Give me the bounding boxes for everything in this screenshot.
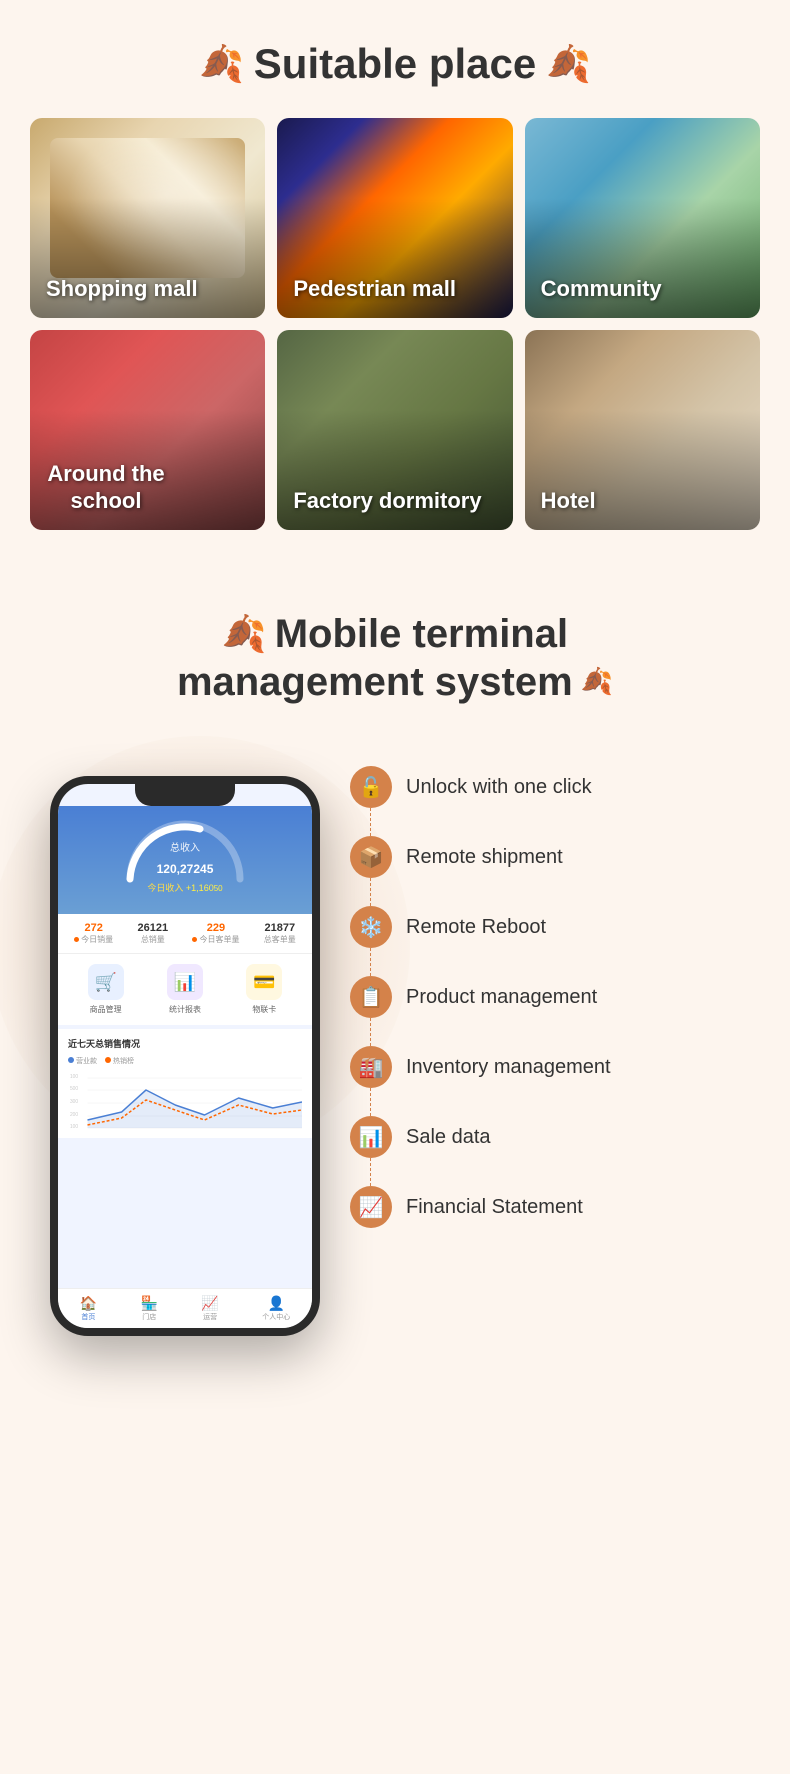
svg-text:500: 500 [70, 1086, 78, 1092]
grid-item-pedestrian-mall: Pedestrian mall [277, 118, 512, 318]
feature-inventory-management: 🏭 Inventory management [350, 1046, 770, 1088]
phone-outer: 总收入 120,27245 今日收入 +1,16050 [50, 776, 320, 1336]
mobile-title-line1: Mobile terminal [275, 610, 568, 658]
phone-notch [135, 784, 235, 806]
grid-item-community: Community [525, 118, 760, 318]
remote-reboot-icon: ❄️ [350, 906, 392, 948]
phone-stats-row: 272 今日销量 26121 总销量 229 今日客单量 21877 [58, 914, 312, 954]
feature-product-management: 📋 Product management [350, 976, 770, 1018]
feature-unlock: 🔓 Unlock with one click [350, 766, 770, 808]
grid-item-shopping-mall: Shopping mall [30, 118, 265, 318]
mobile-content-area: 总收入 120,27245 今日收入 +1,16050 [20, 756, 770, 1336]
phone-revenue-amount: 120,27245 [74, 856, 296, 879]
phone-icon-iot-card: 💳 物联卡 [246, 964, 282, 1015]
chart-area: 100 500 300 200 100 [68, 1070, 302, 1130]
inventory-management-icon: 🏭 [350, 1046, 392, 1088]
svg-text:200: 200 [70, 1112, 78, 1118]
mobile-leaf-left-icon: 🍂 [222, 612, 267, 655]
phone-header: 总收入 120,27245 今日收入 +1,16050 [58, 806, 312, 914]
svg-text:300: 300 [70, 1099, 78, 1105]
chart-title: 近七天总销售情况 [68, 1037, 302, 1050]
financial-statement-label: Financial Statement [406, 1196, 583, 1219]
leaf-left-icon: 🍂 [199, 43, 244, 85]
feature-sale-data: 📊 Sale data [350, 1116, 770, 1158]
feature-financial-statement: 📈 Financial Statement [350, 1186, 770, 1228]
chart-legend: 营业款 热销榜 [68, 1056, 302, 1066]
mobile-terminal-section: 🍂 Mobile terminal management system 🍂 [0, 560, 790, 1396]
stat-total-orders-num: 21877 [264, 922, 296, 934]
phone-bottom-nav: 🏠 首页 🏪 门店 📈 运营 👤 个人中 [58, 1288, 312, 1328]
grid-label-shopping-mall: Shopping mall [46, 276, 198, 302]
grid-label-factory-dormitory: Factory dormitory [293, 488, 481, 514]
stat-total-orders: 21877 总客单量 [264, 922, 296, 945]
stat-today-orders-num: 229 [192, 922, 239, 934]
svg-text:100: 100 [70, 1074, 78, 1080]
feature-remote-shipment: 📦 Remote shipment [350, 836, 770, 878]
stat-today-orders: 229 今日客单量 [192, 922, 239, 945]
unlock-icon: 🔓 [350, 766, 392, 808]
suitable-title: 🍂 Suitable place 🍂 [20, 40, 770, 88]
inventory-management-label: Inventory management [406, 1056, 611, 1079]
nav-home[interactable]: 🏠 首页 [80, 1295, 97, 1322]
nav-store[interactable]: 🏪 门店 [141, 1295, 158, 1322]
grid-label-around-school: Around the school [46, 461, 166, 514]
phone-icon-stats: 📊 统计报表 [167, 964, 203, 1015]
remote-shipment-label: Remote shipment [406, 846, 563, 869]
grid-label-hotel: Hotel [541, 488, 596, 514]
sale-data-label: Sale data [406, 1126, 491, 1149]
suitable-title-text: Suitable place [254, 40, 536, 88]
stat-total-sales-num: 26121 [138, 922, 169, 934]
phone-revenue-label: 总收入 [74, 839, 296, 854]
stat-today-sales-num: 272 [74, 922, 113, 934]
feature-remote-reboot: ❄️ Remote Reboot [350, 906, 770, 948]
sale-data-icon: 📊 [350, 1116, 392, 1158]
svg-text:100: 100 [70, 1124, 78, 1130]
phone-icon-row: 🛒 商品管理 📊 统计报表 💳 物联卡 [58, 954, 312, 1025]
product-management-icon: 📋 [350, 976, 392, 1018]
nav-operations[interactable]: 📈 运营 [201, 1295, 218, 1322]
phone-today-income: 今日收入 +1,16050 [74, 881, 296, 894]
remote-reboot-label: Remote Reboot [406, 916, 546, 939]
phone-screen: 总收入 120,27245 今日收入 +1,16050 [58, 784, 312, 1328]
grid-item-factory-dormitory: Factory dormitory [277, 330, 512, 530]
grid-label-community: Community [541, 276, 662, 302]
leaf-right-icon: 🍂 [546, 43, 591, 85]
mobile-leaf-right-icon: 🍂 [581, 666, 613, 697]
grid-item-around-school: Around the school [30, 330, 265, 530]
financial-statement-icon: 📈 [350, 1186, 392, 1228]
mobile-title-line2: management system [177, 658, 573, 706]
stat-today-sales: 272 今日销量 [74, 922, 113, 945]
stat-total-sales: 26121 总销量 [138, 922, 169, 945]
chart-svg: 100 500 300 200 100 [68, 1070, 302, 1130]
phone-chart-section: 近七天总销售情况 营业款 热销榜 100 500 300 200 [58, 1029, 312, 1138]
place-grid: Shopping mall Pedestrian mall Community … [20, 118, 770, 530]
product-management-label: Product management [406, 986, 597, 1009]
grid-label-pedestrian-mall: Pedestrian mall [293, 276, 456, 302]
features-list: 🔓 Unlock with one click 📦 Remote shipmen… [320, 756, 770, 1256]
phone-mockup: 总收入 120,27245 今日收入 +1,16050 [50, 776, 320, 1336]
mobile-title: 🍂 Mobile terminal management system 🍂 [20, 610, 770, 706]
unlock-label: Unlock with one click [406, 776, 592, 799]
remote-shipment-icon: 📦 [350, 836, 392, 878]
phone-icon-product-mgmt: 🛒 商品管理 [88, 964, 124, 1015]
suitable-place-section: 🍂 Suitable place 🍂 Shopping mall Pedestr… [0, 0, 790, 560]
grid-item-hotel: Hotel [525, 330, 760, 530]
nav-profile[interactable]: 👤 个人中心 [262, 1295, 290, 1322]
